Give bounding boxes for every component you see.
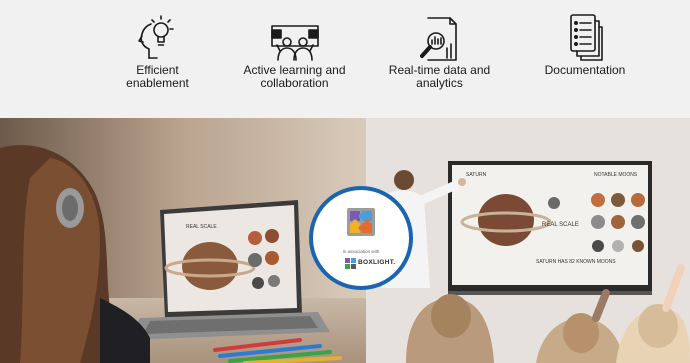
feature-label: Active learning and collaboration [243, 63, 346, 90]
feature-label: Real-time data and analytics [388, 63, 491, 90]
board-title: SATURN [466, 172, 487, 178]
association-text: In association with [342, 249, 380, 254]
documents-icon [570, 14, 603, 61]
board-center-title: REAL SCALE [542, 222, 579, 228]
features-strip: Efficient enablement Active learning and… [0, 0, 690, 118]
feature-label: Efficient enablement [126, 63, 189, 90]
feature-documentation: Documentation [530, 0, 640, 118]
classroom-scene-illustration: SATURN NOTABLE MOONS REAL SCALE SATURN H… [366, 118, 690, 363]
laptop-screen-title: REAL SCALE [186, 224, 217, 230]
boxlight-logo-icon [345, 258, 356, 269]
brand-name: BOXLIGHT. [358, 259, 396, 266]
partner-badge: In association with BOXLIGHT. [309, 186, 413, 290]
board-bottom-title: SATURN HAS 82 KNOWN MOONS [536, 259, 616, 265]
lightbulb-head-icon [137, 15, 174, 59]
feature-active-learning: Active learning and collaboration [232, 0, 357, 118]
photo-classroom-board: SATURN NOTABLE MOONS REAL SCALE SATURN H… [366, 118, 690, 363]
board-moons-title: NOTABLE MOONS [594, 172, 638, 178]
feature-efficient-enablement: Efficient enablement [110, 0, 205, 118]
feature-real-time-data: Real-time data and analytics [377, 0, 502, 118]
analytics-magnifier-icon [419, 17, 457, 61]
collaboration-board-icon [270, 25, 319, 61]
feature-label: Documentation [544, 63, 626, 77]
puzzle-logo-icon [347, 208, 375, 236]
